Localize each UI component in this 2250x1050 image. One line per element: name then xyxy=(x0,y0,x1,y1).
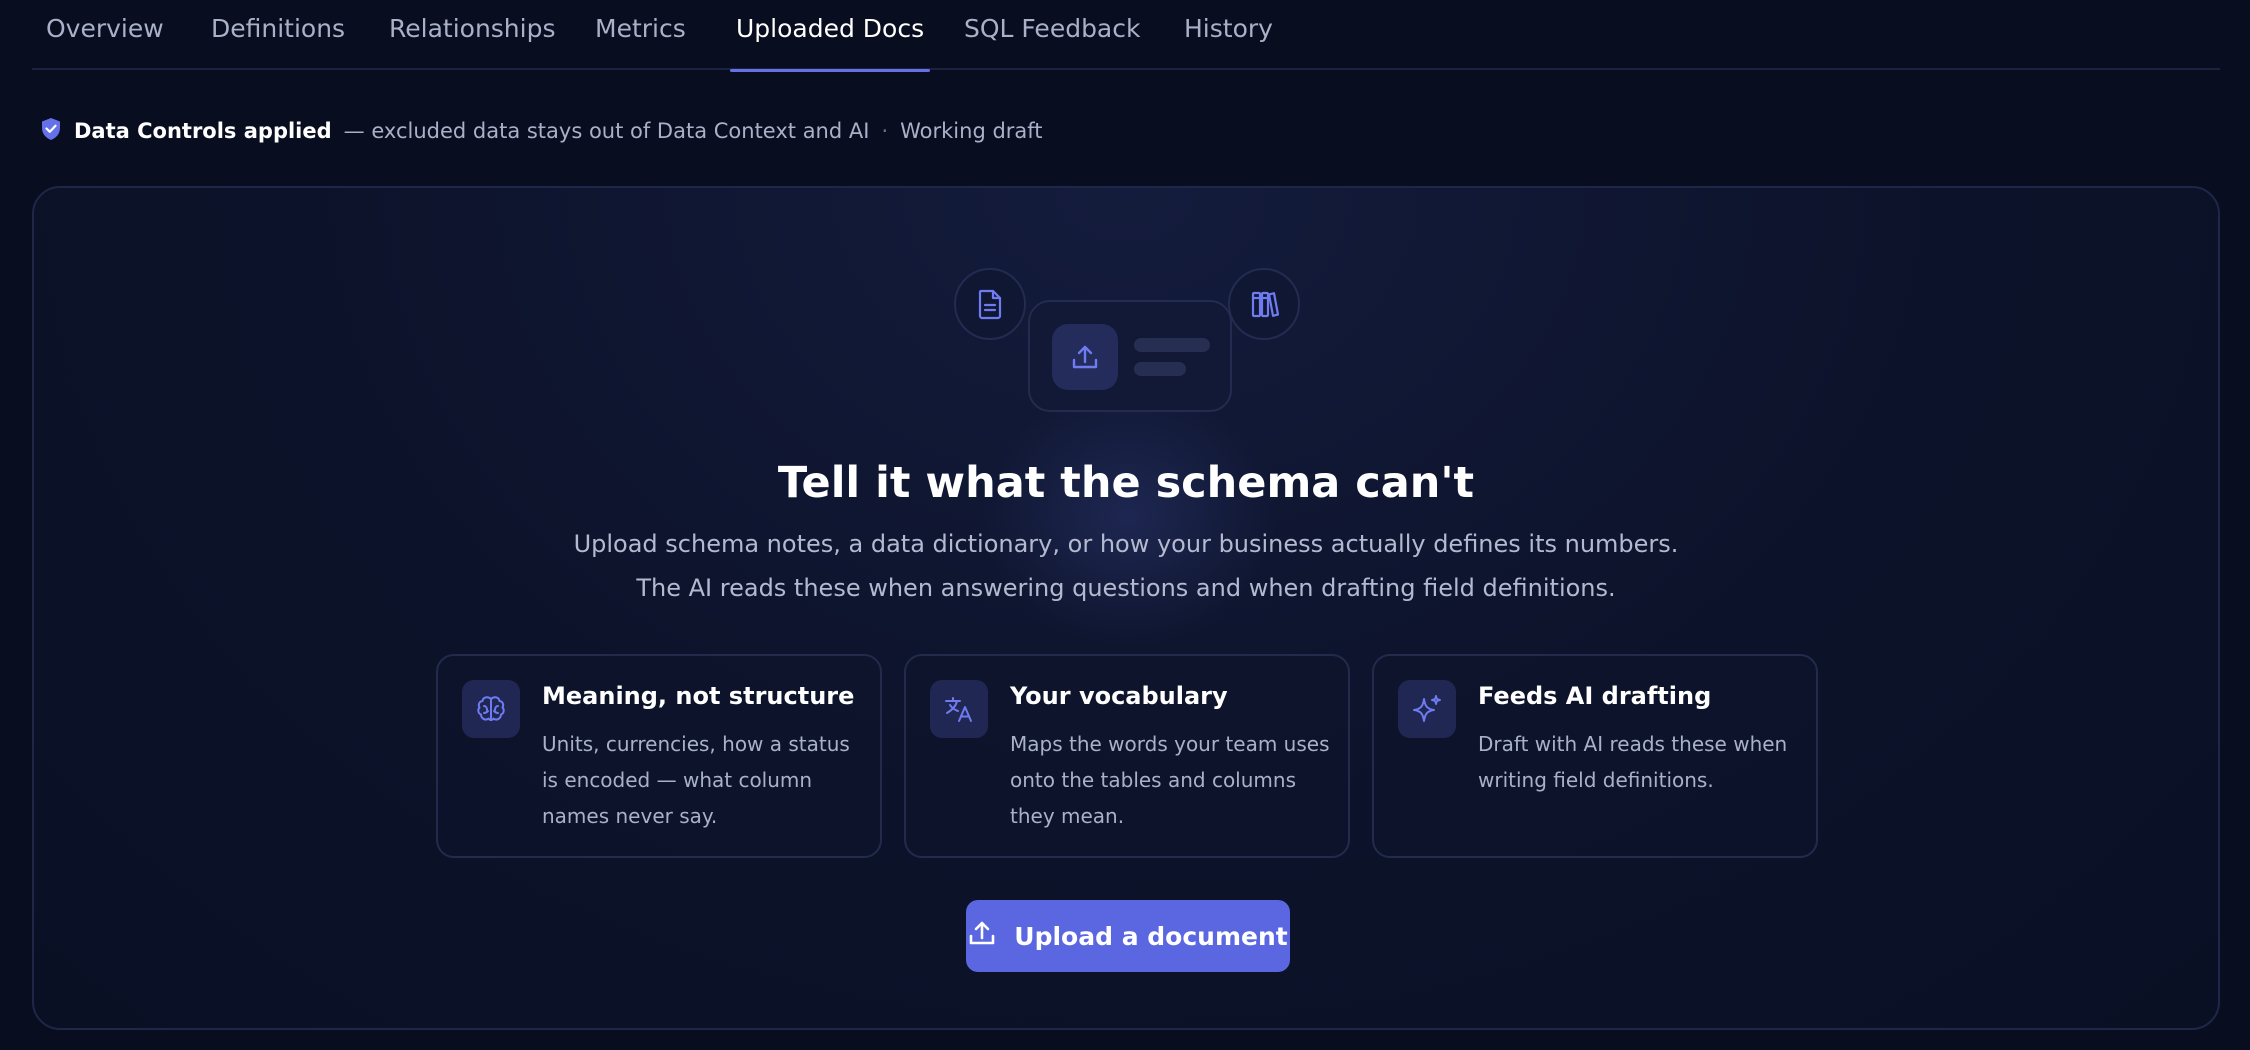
separator: · xyxy=(881,119,889,143)
feature-title: Your vocabulary xyxy=(1010,682,1228,710)
upload-illustration-card xyxy=(1028,300,1232,412)
brain-icon xyxy=(462,680,520,738)
tab-overview[interactable]: Overview xyxy=(46,14,164,70)
document-icon xyxy=(954,268,1026,340)
data-controls-notice: Data Controls applied — excluded data st… xyxy=(40,116,1043,146)
translate-icon xyxy=(930,680,988,738)
tab-uploaded-docs[interactable]: Uploaded Docs xyxy=(729,14,931,72)
feature-description: Units, currencies, how a status is encod… xyxy=(542,732,850,828)
tab-relationships[interactable]: Relationships xyxy=(389,14,556,70)
tab-metrics[interactable]: Metrics xyxy=(595,14,686,70)
upload-empty-state-panel: Tell it what the schema can't Upload sch… xyxy=(32,186,2220,1030)
feature-description: Maps the words your team uses onto the t… xyxy=(1010,732,1330,828)
upload-document-label: Upload a document xyxy=(1014,921,1288,951)
feature-title: Feeds AI drafting xyxy=(1478,682,1712,710)
shield-check-icon xyxy=(40,117,62,146)
tab-definitions[interactable]: Definitions xyxy=(211,14,345,70)
book-icon xyxy=(1228,268,1300,340)
tab-history[interactable]: History xyxy=(1184,14,1273,70)
page-subtitle-line-1: Upload schema notes, a data dictionary, … xyxy=(573,530,1679,558)
data-controls-title: Data Controls applied xyxy=(74,119,332,143)
tab-bar: Overview Definitions Relationships Metri… xyxy=(32,0,2220,72)
draft-status: Working draft xyxy=(900,119,1043,143)
illustration-glow xyxy=(978,388,1278,648)
feature-card-meaning: Meaning, not structure Units, currencies… xyxy=(436,654,882,858)
placeholder-line xyxy=(1134,338,1210,352)
tab-sql-feedback[interactable]: SQL Feedback xyxy=(964,14,1140,70)
feature-card-ai-drafting: Feeds AI drafting Draft with AI reads th… xyxy=(1372,654,1818,858)
placeholder-line xyxy=(1134,362,1186,376)
feature-description: Draft with AI reads these when writing f… xyxy=(1478,732,1788,792)
page-subtitle-line-2: The AI reads these when answering questi… xyxy=(636,574,1616,602)
page-title: Tell it what the schema can't xyxy=(777,458,1475,508)
data-controls-detail: — excluded data stays out of Data Contex… xyxy=(343,119,870,143)
upload-tray-icon xyxy=(1052,324,1118,390)
sparkle-icon xyxy=(1398,680,1456,738)
upload-document-button[interactable]: Upload a document xyxy=(966,900,1290,972)
upload-icon xyxy=(968,919,996,953)
feature-card-vocabulary: Your vocabulary Maps the words your team… xyxy=(904,654,1350,858)
feature-title: Meaning, not structure xyxy=(542,682,855,710)
